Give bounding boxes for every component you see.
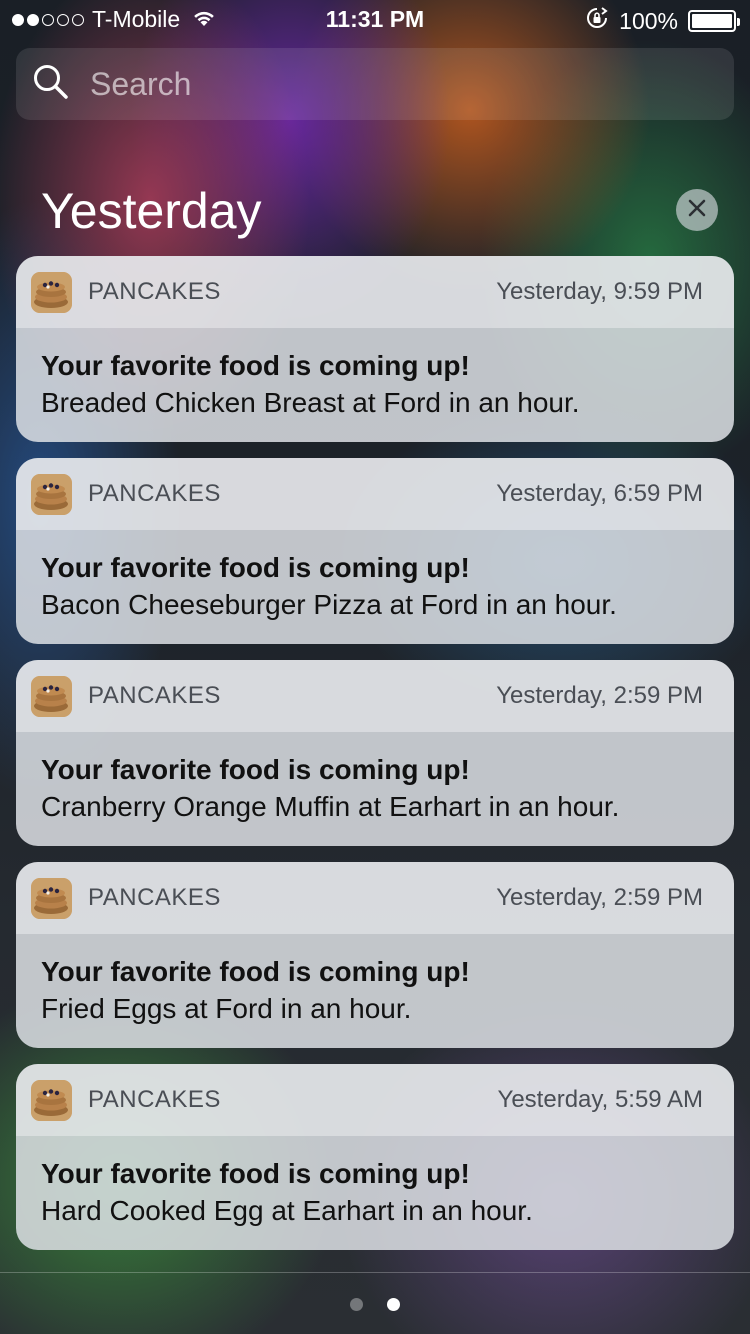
notification-time: Yesterday, 2:59 PM bbox=[496, 682, 703, 709]
pancakes-app-icon bbox=[31, 675, 72, 717]
notification-title: Your favorite food is coming up! bbox=[41, 350, 470, 381]
notification-card[interactable]: PANCAKES Yesterday, 5:59 AM Your favorit… bbox=[16, 1064, 734, 1250]
app-name: PANCAKES bbox=[88, 1086, 221, 1113]
clear-notifications-button[interactable] bbox=[676, 189, 718, 231]
page-indicator[interactable] bbox=[0, 1298, 750, 1311]
notification-header: PANCAKES Yesterday, 6:59 PM bbox=[16, 458, 734, 530]
notification-body: Your favorite food is coming up! Fried E… bbox=[16, 934, 734, 1028]
page-dot-active[interactable] bbox=[387, 1298, 400, 1311]
app-name: PANCAKES bbox=[88, 884, 221, 911]
notification-title: Your favorite food is coming up! bbox=[41, 1158, 470, 1189]
battery-fill bbox=[692, 14, 732, 28]
notification-header: PANCAKES Yesterday, 2:59 PM bbox=[16, 862, 734, 934]
rotation-lock-icon bbox=[585, 6, 609, 36]
app-name: PANCAKES bbox=[88, 278, 221, 305]
notification-body: Your favorite food is coming up! Cranber… bbox=[16, 732, 734, 826]
status-right: 100% bbox=[585, 6, 740, 36]
notification-message: Fried Eggs at Ford in an hour. bbox=[41, 993, 412, 1024]
notification-body: Your favorite food is coming up! Bacon C… bbox=[16, 530, 734, 624]
notification-header: PANCAKES Yesterday, 2:59 PM bbox=[16, 660, 734, 732]
notification-message: Breaded Chicken Breast at Ford in an hou… bbox=[41, 387, 580, 418]
notification-body: Your favorite food is coming up! Hard Co… bbox=[16, 1136, 734, 1230]
notification-header: PANCAKES Yesterday, 9:59 PM bbox=[16, 256, 734, 328]
pancakes-app-icon bbox=[31, 473, 72, 515]
notification-card[interactable]: PANCAKES Yesterday, 9:59 PM Your favorit… bbox=[16, 256, 734, 442]
notification-body: Your favorite food is coming up! Breaded… bbox=[16, 328, 734, 422]
notification-header: PANCAKES Yesterday, 5:59 AM bbox=[16, 1064, 734, 1136]
notification-time: Yesterday, 6:59 PM bbox=[496, 480, 703, 507]
battery-icon bbox=[688, 10, 740, 32]
app-name: PANCAKES bbox=[88, 682, 221, 709]
page-dot[interactable] bbox=[350, 1298, 363, 1311]
search-input[interactable]: Search bbox=[16, 48, 734, 120]
notification-card[interactable]: PANCAKES Yesterday, 2:59 PM Your favorit… bbox=[16, 862, 734, 1048]
search-icon bbox=[32, 63, 70, 106]
search-placeholder: Search bbox=[90, 65, 192, 102]
section-title: Yesterday bbox=[41, 183, 262, 239]
notification-time: Yesterday, 2:59 PM bbox=[496, 884, 703, 911]
pancakes-app-icon bbox=[31, 877, 72, 919]
notification-title: Your favorite food is coming up! bbox=[41, 754, 470, 785]
status-bar: T-Mobile 11:31 PM 100% bbox=[0, 0, 750, 40]
notification-message: Hard Cooked Egg at Earhart in an hour. bbox=[41, 1195, 533, 1226]
battery-percent: 100% bbox=[619, 7, 678, 34]
app-name: PANCAKES bbox=[88, 480, 221, 507]
notification-card[interactable]: PANCAKES Yesterday, 6:59 PM Your favorit… bbox=[16, 458, 734, 644]
notification-card[interactable]: PANCAKES Yesterday, 2:59 PM Your favorit… bbox=[16, 660, 734, 846]
notification-title: Your favorite food is coming up! bbox=[41, 552, 470, 583]
notification-message: Bacon Cheeseburger Pizza at Ford in an h… bbox=[41, 589, 617, 620]
close-icon bbox=[687, 198, 707, 223]
pancakes-app-icon bbox=[31, 271, 72, 313]
notification-message: Cranberry Orange Muffin at Earhart in an… bbox=[41, 791, 620, 822]
notification-title: Your favorite food is coming up! bbox=[41, 956, 470, 987]
pancakes-app-icon bbox=[31, 1079, 72, 1121]
notification-time: Yesterday, 5:59 AM bbox=[497, 1086, 703, 1113]
notification-time: Yesterday, 9:59 PM bbox=[496, 278, 703, 305]
bottom-divider bbox=[0, 1272, 750, 1273]
